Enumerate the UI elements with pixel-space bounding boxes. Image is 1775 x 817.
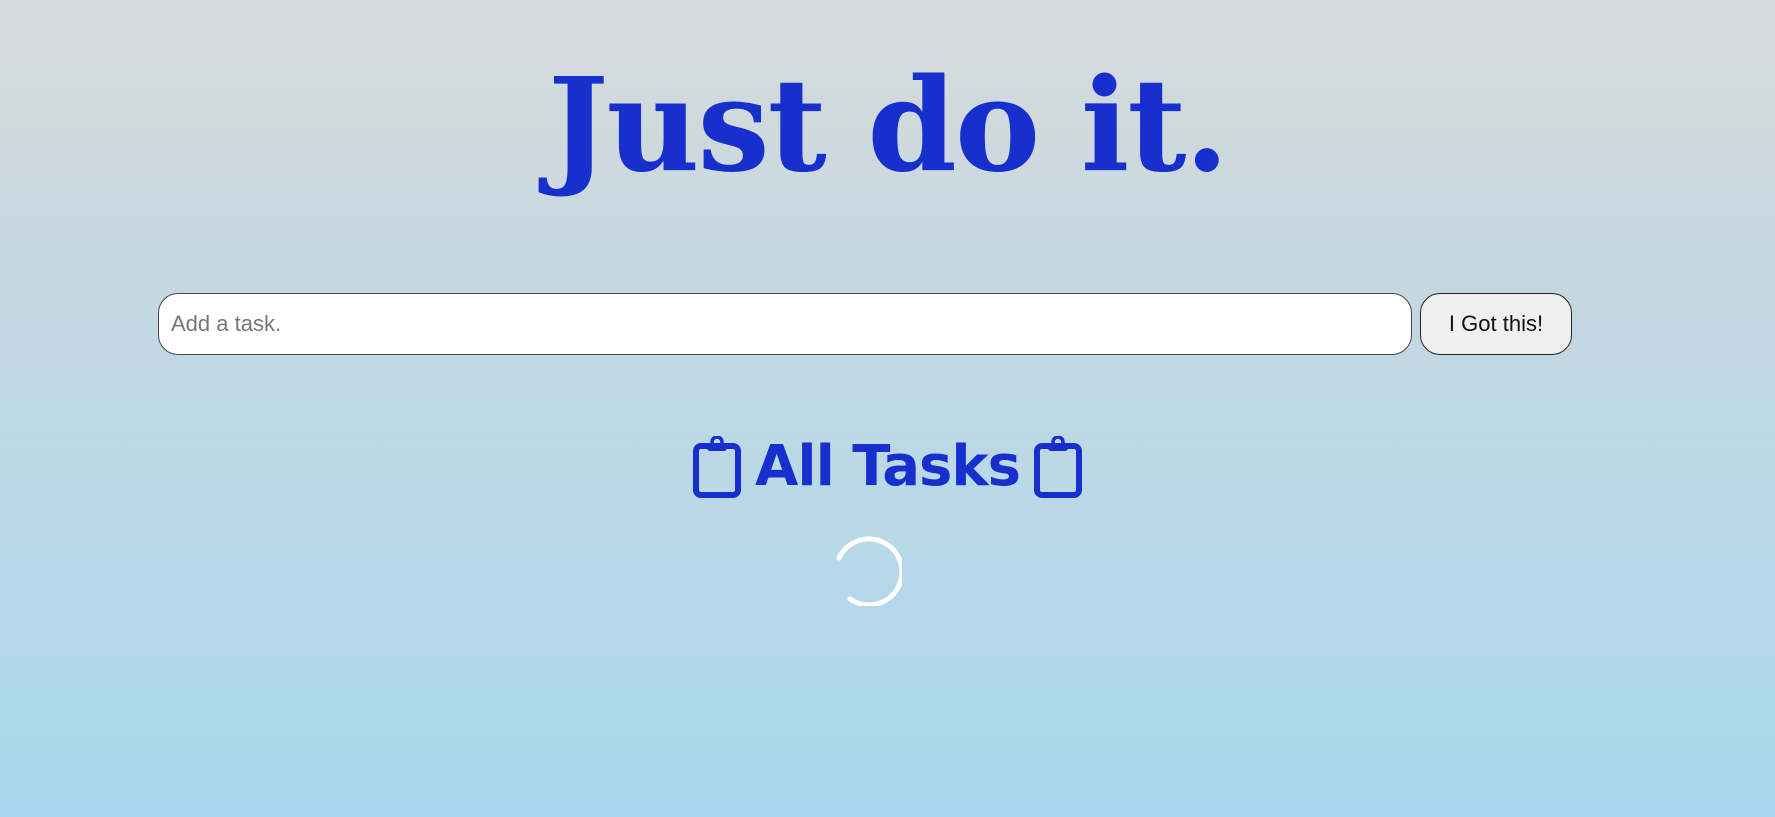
- clipboard-icon: [1033, 435, 1082, 498]
- add-task-form: I Got this!: [158, 293, 1572, 355]
- clipboard-icon: [693, 435, 742, 498]
- add-task-button[interactable]: I Got this!: [1420, 293, 1572, 355]
- all-tasks-heading: All Tasks: [0, 434, 1775, 500]
- task-input[interactable]: [158, 293, 1412, 355]
- section-title: All Tasks: [755, 434, 1021, 499]
- loading-spinner-icon: [830, 534, 905, 608]
- app-title: Just do it.: [547, 51, 1229, 201]
